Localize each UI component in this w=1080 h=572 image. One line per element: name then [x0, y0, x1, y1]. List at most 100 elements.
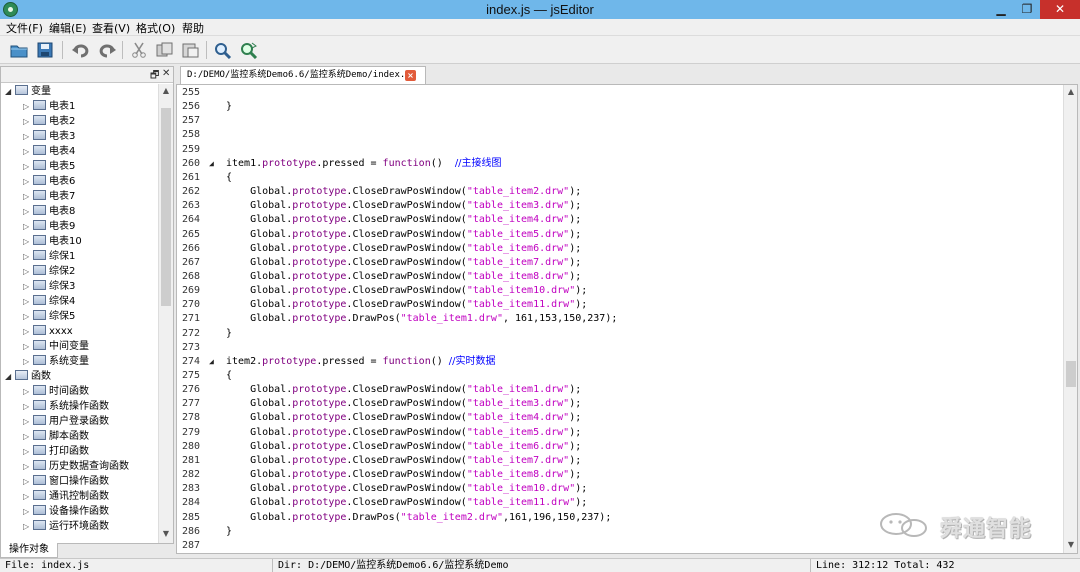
tree-group[interactable]: ◢ 函数 [5, 369, 51, 384]
scroll-up-icon[interactable]: ▲ [1064, 85, 1077, 99]
editor-scrollbar[interactable]: ▲ ▼ [1063, 85, 1077, 553]
undo-icon[interactable] [70, 40, 92, 60]
scroll-thumb[interactable] [1066, 361, 1076, 387]
expand-arrow-icon[interactable]: ▷ [23, 294, 33, 309]
tree-item[interactable]: ▷ 电表1 [23, 99, 75, 114]
close-button[interactable]: ✕ [1040, 0, 1080, 19]
tree-item[interactable]: ▷ 电表6 [23, 174, 75, 189]
panel-close-icon[interactable]: ✕ [162, 68, 170, 79]
expand-arrow-icon[interactable]: ▷ [23, 219, 33, 234]
scroll-thumb[interactable] [161, 108, 171, 306]
menu-help[interactable]: 帮助 [182, 20, 204, 36]
tab-objects[interactable]: 操作对象 [0, 543, 58, 558]
expand-arrow-icon[interactable]: ▷ [23, 354, 33, 369]
expand-arrow-icon[interactable]: ▷ [23, 429, 33, 444]
menu-file[interactable]: 文件(F) [6, 20, 43, 36]
open-folder-icon[interactable] [8, 40, 30, 60]
tree-item[interactable]: ▷ 通讯控制函数 [23, 489, 109, 504]
replace-icon[interactable] [238, 40, 260, 60]
expand-arrow-icon[interactable]: ▷ [23, 309, 33, 324]
tree-item[interactable]: ▷ 运行环境函数 [23, 519, 109, 534]
tree-item[interactable]: ▷ 历史数据查询函数 [23, 459, 129, 474]
tree-item[interactable]: ▷ 电表10 [23, 234, 82, 249]
fold-icon[interactable]: ◢ [209, 157, 214, 171]
tree-item[interactable]: ▷ 电表8 [23, 204, 75, 219]
expand-arrow-icon[interactable]: ▷ [23, 189, 33, 204]
paste-icon[interactable] [180, 40, 202, 60]
expand-arrow-icon[interactable]: ▷ [23, 174, 33, 189]
save-icon[interactable] [34, 40, 56, 60]
expand-arrow-icon[interactable]: ▷ [23, 129, 33, 144]
menu-edit[interactable]: 编辑(E) [49, 20, 87, 36]
find-icon[interactable] [212, 40, 234, 60]
expand-arrow-icon[interactable]: ▷ [23, 414, 33, 429]
tree-item[interactable]: ▷ 设备操作函数 [23, 504, 109, 519]
tree-item[interactable]: ▷ 综保1 [23, 249, 75, 264]
tree-item[interactable]: ▷ 综保4 [23, 294, 75, 309]
expand-arrow-icon[interactable]: ▷ [23, 279, 33, 294]
table-icon [33, 460, 46, 470]
expand-arrow-icon[interactable]: ▷ [23, 204, 33, 219]
tree-item[interactable]: ▷ 电表2 [23, 114, 75, 129]
tree-item-label: 用户登录函数 [49, 416, 109, 427]
restore-button[interactable]: ❐ [1014, 0, 1040, 19]
code-area[interactable]: 255 256} 257 258 259 260 ◢ item1.prototype.pres… [177, 85, 1063, 553]
tree-item[interactable]: ▷ 系统操作函数 [23, 399, 109, 414]
expanded-arrow-icon[interactable]: ◢ [5, 84, 15, 99]
scroll-down-icon[interactable]: ▼ [1064, 538, 1077, 552]
expand-arrow-icon[interactable]: ▷ [23, 264, 33, 279]
expand-arrow-icon[interactable]: ▷ [23, 384, 33, 399]
tree-item[interactable]: ▷ 电表7 [23, 189, 75, 204]
expand-arrow-icon[interactable]: ▷ [23, 99, 33, 114]
expand-arrow-icon[interactable]: ▷ [23, 444, 33, 459]
minimize-button[interactable]: ▁ [988, 0, 1014, 19]
expand-arrow-icon[interactable]: ▷ [23, 489, 33, 504]
expand-arrow-icon[interactable]: ▷ [23, 474, 33, 489]
tree-item[interactable]: ▷ 系统变量 [23, 354, 89, 369]
tree-item[interactable]: ▷ 电表9 [23, 219, 75, 234]
tree-item[interactable]: ▷ xxxx [23, 324, 73, 339]
tree-item[interactable]: ▷ 电表3 [23, 129, 75, 144]
code-keyword: function [382, 355, 431, 367]
close-tab-icon[interactable]: × [405, 70, 416, 81]
tree-item[interactable]: ▷ 脚本函数 [23, 429, 89, 444]
expand-arrow-icon[interactable]: ▷ [23, 324, 33, 339]
tree-item[interactable]: ▷ 时间函数 [23, 384, 89, 399]
tree-item[interactable]: ▷ 窗口操作函数 [23, 474, 109, 489]
tree-item[interactable]: ▷ 电表5 [23, 159, 75, 174]
fold-icon[interactable]: ◢ [209, 355, 214, 369]
tree-item[interactable]: ▷ 中间变量 [23, 339, 89, 354]
code-editor[interactable]: 255 256} 257 258 259 260 ◢ item1.prototype.pres… [176, 84, 1078, 554]
expand-arrow-icon[interactable]: ▷ [23, 234, 33, 249]
expand-arrow-icon[interactable]: ▷ [23, 114, 33, 129]
table-icon [33, 295, 46, 305]
copy-icon[interactable] [154, 40, 176, 60]
expand-arrow-icon[interactable]: ▷ [23, 144, 33, 159]
tree-item[interactable]: ▷ 综保3 [23, 279, 75, 294]
expand-arrow-icon[interactable]: ▷ [23, 339, 33, 354]
expand-arrow-icon[interactable]: ▷ [23, 459, 33, 474]
tree-item[interactable]: ▷ 用户登录函数 [23, 414, 109, 429]
panel-scrollbar[interactable]: ▲ ▼ [158, 84, 173, 543]
redo-icon[interactable] [96, 40, 118, 60]
scroll-down-icon[interactable]: ▼ [159, 527, 173, 541]
tree-item[interactable]: ▷ 综保5 [23, 309, 75, 324]
panel-float-icon[interactable]: 🗗 [150, 68, 159, 85]
expand-arrow-icon[interactable]: ▷ [23, 504, 33, 519]
scroll-up-icon[interactable]: ▲ [159, 84, 173, 98]
cut-icon[interactable] [128, 40, 150, 60]
tree-item[interactable]: ▷ 打印函数 [23, 444, 89, 459]
tree-item[interactable]: ▷ 电表4 [23, 144, 75, 159]
expanded-arrow-icon[interactable]: ◢ [5, 369, 15, 384]
menu-view[interactable]: 查看(V) [92, 20, 130, 36]
expand-arrow-icon[interactable]: ▷ [23, 159, 33, 174]
expand-arrow-icon[interactable]: ▷ [23, 519, 33, 534]
file-tab[interactable]: D:/DEMO/监控系统Demo6.6/监控系统Demo/index.js × [180, 66, 426, 84]
expand-arrow-icon[interactable]: ▷ [23, 399, 33, 414]
expand-arrow-icon[interactable]: ▷ [23, 249, 33, 264]
tree-item[interactable]: ▷ 综保2 [23, 264, 75, 279]
menu-format[interactable]: 格式(O) [136, 20, 175, 36]
tree-group[interactable]: ◢ 变量 [5, 84, 51, 99]
code-token: .CloseDrawPosWindow( [346, 270, 467, 282]
code-string: "table_item11.drw" [466, 299, 576, 311]
